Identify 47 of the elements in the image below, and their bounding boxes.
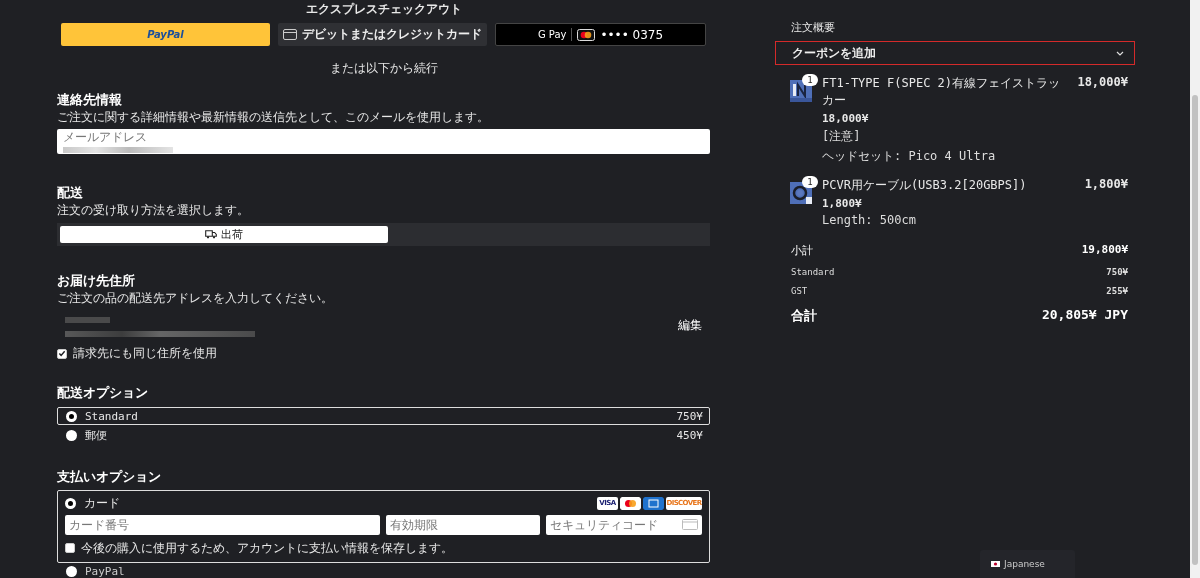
product-detail: Length: 500cm bbox=[822, 213, 917, 227]
card-field[interactable]: セキュリティコード bbox=[546, 515, 702, 535]
summary-value: 255¥ bbox=[1106, 286, 1128, 296]
edit-link[interactable]: 編集 bbox=[678, 317, 702, 335]
total-label: 合計 bbox=[791, 307, 817, 325]
product-price: 18,000¥ bbox=[1077, 75, 1128, 91]
paypal-button[interactable]: PayPal bbox=[61, 23, 270, 46]
quantity-badge: 1 bbox=[802, 74, 818, 86]
google-pay-button[interactable]: G Pay •••• 0375 bbox=[495, 23, 706, 46]
quantity-badge: 1 bbox=[802, 176, 818, 188]
total-value: 20,805¥ JPY bbox=[1041, 307, 1128, 324]
summary-value: 750¥ bbox=[1106, 267, 1128, 277]
section-description: 注文の受け取り方法を選択します。 bbox=[57, 202, 250, 219]
section-heading: 支払いオプション bbox=[57, 468, 162, 486]
section-heading: お届け先住所 bbox=[57, 272, 136, 291]
section-heading: 配送オプション bbox=[57, 384, 149, 403]
email-field[interactable]: メールアドレス bbox=[57, 129, 710, 154]
unit-price: 1,800¥ bbox=[822, 197, 863, 210]
payment-option[interactable]: カード bbox=[65, 495, 120, 512]
product-name: FT1-TYPE F(SPEC 2)有線フェイストラッカー bbox=[822, 75, 1062, 109]
unit-price: 18,000¥ bbox=[822, 112, 870, 125]
shipping-option[interactable]: Standard 750¥ bbox=[57, 407, 710, 425]
product-name: PCVR用ケーブル(USB3.2[20GBPS]) bbox=[822, 177, 1027, 194]
summary-label: GST bbox=[791, 286, 808, 296]
section-heading: 連絡先情報 bbox=[57, 91, 123, 109]
delivery-tab[interactable]: 出荷 bbox=[60, 226, 388, 244]
summary-value: 19,800¥ bbox=[1081, 243, 1128, 258]
section-description: ご注文の品の配送先アドレスを入力してください。 bbox=[57, 290, 334, 308]
summary-title: 注文概要 bbox=[791, 20, 836, 35]
language-selector[interactable]: Japanese bbox=[980, 550, 1075, 578]
card-field[interactable]: カード番号 bbox=[65, 515, 380, 535]
section-title: エクスプレスチェックアウト bbox=[304, 1, 463, 18]
divider-text: または以下から続行 bbox=[328, 60, 439, 77]
checkbox-label: 今後の購入に使用するため、アカウントに支払い情報を保存します。 bbox=[81, 540, 453, 557]
product-detail: ヘッドセット: Pico 4 Ultra bbox=[822, 148, 997, 165]
shipping-option[interactable]: 郵便 450¥ bbox=[57, 426, 710, 444]
product-price: 1,800¥ bbox=[1084, 177, 1128, 193]
coupon-dropdown[interactable]: クーポンを追加 bbox=[775, 41, 1135, 65]
card-button[interactable]: デビットまたはクレジットカード bbox=[278, 23, 487, 46]
section-heading: 配送 bbox=[57, 184, 84, 202]
product-detail: [注意] bbox=[822, 128, 862, 145]
summary-label: Standard bbox=[791, 267, 835, 277]
summary-label: 小計 bbox=[791, 243, 813, 258]
checkbox-label: 請求先にも同じ住所を使用 bbox=[73, 345, 217, 363]
card-field[interactable]: 有効期限 bbox=[386, 515, 540, 535]
payment-option[interactable]: PayPal bbox=[57, 565, 710, 578]
section-description: ご注文に関する詳細情報や最新情報の送信先として、このメールを使用します。 bbox=[57, 109, 490, 126]
